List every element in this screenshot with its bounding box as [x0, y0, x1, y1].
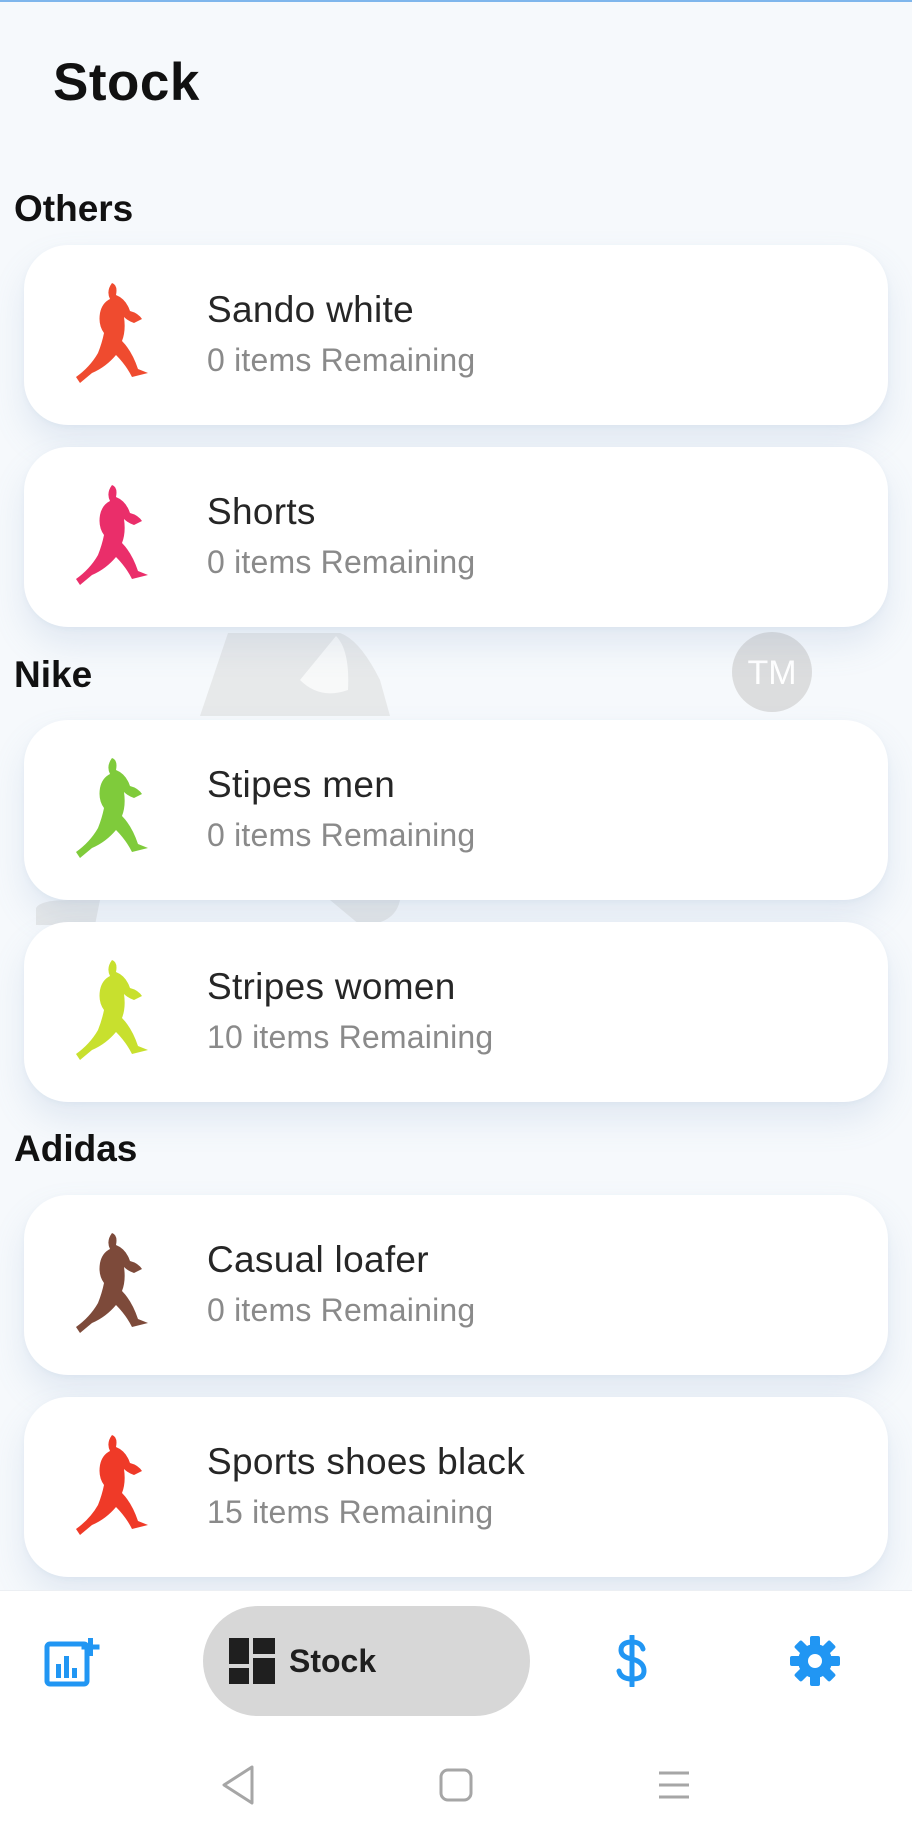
item-remaining: 15 items Remaining	[207, 1494, 494, 1530]
nav-settings-button[interactable]	[779, 1625, 851, 1697]
recents-icon[interactable]	[656, 1763, 692, 1807]
top-accent-line	[0, 0, 912, 2]
add-chart-icon	[44, 1638, 100, 1687]
stock-item-card[interactable]: Sports shoes black 15 items Remaining	[24, 1397, 888, 1577]
page-title: Stock	[53, 53, 200, 112]
section-header-adidas: Adidas	[14, 1128, 138, 1169]
item-remaining: 0 items Remaining	[207, 342, 476, 378]
section-header-nike: Nike	[14, 654, 93, 695]
item-remaining: 0 items Remaining	[207, 1292, 476, 1328]
stock-item-card[interactable]: Stripes women 10 items Remaining	[24, 922, 888, 1102]
dollar-icon	[616, 1635, 647, 1687]
trademark-mark: TM	[747, 654, 796, 692]
home-icon[interactable]	[438, 1763, 474, 1807]
stock-item-card[interactable]: Sando white 0 items Remaining	[24, 245, 888, 425]
player-silhouette-icon	[76, 1233, 148, 1333]
item-remaining: 10 items Remaining	[207, 1019, 494, 1055]
item-name: Shorts	[207, 491, 316, 532]
item-name: Stipes men	[207, 764, 396, 805]
nav-sales-button[interactable]	[602, 1623, 662, 1699]
player-silhouette-icon	[76, 485, 148, 585]
back-icon[interactable]	[218, 1763, 258, 1807]
stock-item-card[interactable]: Stipes men 0 items Remaining	[24, 720, 888, 900]
item-name: Casual loafer	[207, 1239, 429, 1280]
nav-stock-button[interactable]: Stock	[203, 1606, 530, 1716]
player-silhouette-icon	[76, 758, 148, 858]
nav-stock-label: Stock	[289, 1642, 377, 1679]
player-silhouette-icon	[76, 283, 148, 383]
item-remaining: 0 items Remaining	[207, 817, 476, 853]
item-name: Stripes women	[207, 966, 456, 1007]
settings-icon	[790, 1636, 840, 1686]
stock-item-card[interactable]: Casual loafer 0 items Remaining	[24, 1195, 888, 1375]
player-silhouette-icon	[76, 960, 148, 1060]
player-silhouette-icon	[76, 1435, 148, 1535]
nav-analytics-button[interactable]	[36, 1627, 108, 1699]
dashboard-icon	[229, 1638, 275, 1684]
item-remaining: 0 items Remaining	[207, 544, 476, 580]
stock-item-card[interactable]: Shorts 0 items Remaining	[24, 447, 888, 627]
section-header-others: Others	[14, 188, 134, 229]
item-name: Sports shoes black	[207, 1441, 526, 1482]
item-name: Sando white	[207, 289, 414, 330]
